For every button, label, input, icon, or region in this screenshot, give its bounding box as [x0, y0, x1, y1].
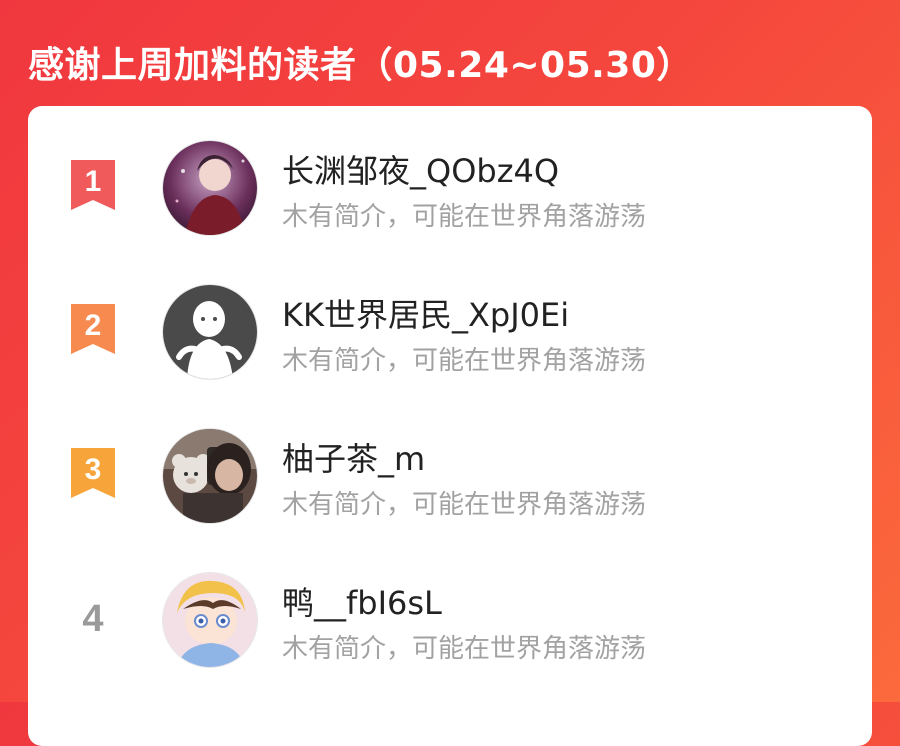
rank-badge-2: 2: [66, 304, 120, 358]
reader-row-3[interactable]: 3 柚子茶_m 木有简介，可能在世界角落游荡: [28, 424, 872, 534]
reader-row-4[interactable]: 4 鸭__fbI6sL 木有简介，可能在世界角落游荡: [28, 568, 872, 678]
reader-name: 鸭__fbI6sL: [282, 584, 442, 622]
rank-number: 2: [84, 309, 102, 342]
reader-row-1[interactable]: 1 长渊邹夜_QObz4Q 木有简介，可能在世界角落游荡: [28, 136, 872, 246]
avatar[interactable]: [162, 572, 258, 668]
avatar[interactable]: [162, 140, 258, 236]
avatar[interactable]: [162, 284, 258, 380]
reader-bio: 木有简介，可能在世界角落游荡: [282, 346, 647, 376]
rank-badge-1: 1: [66, 160, 120, 214]
rank-number: 3: [84, 453, 102, 486]
reader-name: KK世界居民_XpJ0Ei: [282, 296, 570, 334]
reader-bio: 木有简介，可能在世界角落游荡: [282, 634, 647, 664]
reader-bio: 木有简介，可能在世界角落游荡: [282, 202, 647, 232]
reader-bio: 木有简介，可能在世界角落游荡: [282, 490, 647, 520]
rank-number: 4: [82, 597, 104, 640]
reader-list-card: 1 长渊邹夜_QObz4Q 木有简介，可能在世界角落游荡 2 KK世界居民_Xp…: [28, 106, 872, 746]
reader-name: 柚子茶_m: [282, 440, 426, 478]
reader-name: 长渊邹夜_QObz4Q: [282, 152, 560, 190]
rank-number: 1: [84, 165, 102, 198]
avatar[interactable]: [162, 428, 258, 524]
rank-plain-4: 4: [66, 592, 120, 646]
reader-row-2[interactable]: 2 KK世界居民_XpJ0Ei 木有简介，可能在世界角落游荡: [28, 280, 872, 390]
page-title: 感谢上周加料的读者（05.24~05.30）: [28, 45, 693, 86]
rank-badge-3: 3: [66, 448, 120, 502]
